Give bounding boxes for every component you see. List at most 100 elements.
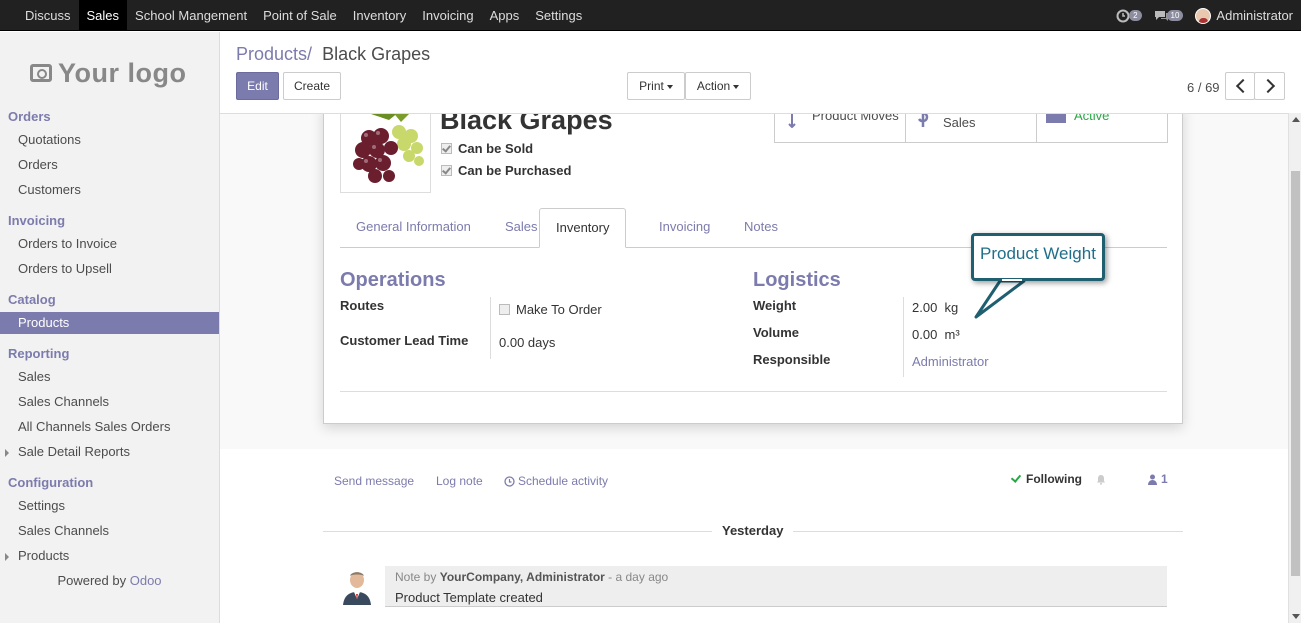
pager-next-button[interactable] <box>1254 72 1285 100</box>
form-view: Black Grapes Can be Sold Can be Purchase… <box>220 113 1288 449</box>
tab-notes[interactable]: Notes <box>728 208 794 248</box>
sidebar-item-orders-to-invoice[interactable]: Orders to Invoice <box>0 233 219 255</box>
caret-right-icon <box>5 553 9 561</box>
product-moves-button[interactable]: Product Moves <box>775 114 906 142</box>
sidebar-item-orders-to-upsell[interactable]: Orders to Upsell <box>0 258 219 280</box>
message-author[interactable]: YourCompany, Administrator <box>440 570 605 584</box>
form-sheet: Black Grapes Can be Sold Can be Purchase… <box>323 114 1183 424</box>
routes-label: Routes <box>340 298 385 313</box>
scroll-down-icon[interactable] <box>1292 614 1300 619</box>
menu-discuss[interactable]: Discuss <box>17 0 79 31</box>
top-navbar: Discuss Sales School Mangement Point of … <box>0 0 1301 31</box>
caret-down-icon <box>733 84 740 89</box>
field-divider <box>490 297 491 359</box>
messages-notifications[interactable]: 10 <box>1154 9 1184 23</box>
sidebar-item-orders[interactable]: Orders <box>0 154 219 176</box>
user-menu[interactable]: Administrator <box>1195 7 1293 24</box>
weight-label: Weight <box>753 298 797 313</box>
date-separator-label: Yesterday <box>712 523 794 538</box>
chevron-right-icon <box>1260 78 1276 94</box>
chatter-message: Note by YourCompany, Administrator - a d… <box>385 566 1167 607</box>
chevron-left-icon <box>1235 78 1251 94</box>
breadcrumb-separator: / <box>307 44 313 64</box>
responsible-value[interactable]: Administrator <box>912 354 989 369</box>
create-button[interactable]: Create <box>283 72 341 100</box>
user-name: Administrator <box>1216 8 1293 23</box>
odoo-link[interactable]: Odoo <box>130 573 162 588</box>
pager-previous-button[interactable] <box>1225 72 1255 100</box>
sidebar-section-configuration: Configuration <box>8 475 94 490</box>
schedule-activity-link[interactable]: Schedule activity <box>504 474 608 488</box>
tab-general-information[interactable]: General Information <box>340 208 487 248</box>
logo-text: Your logo <box>58 57 187 88</box>
menu-inventory[interactable]: Inventory <box>345 0 414 31</box>
product-image[interactable] <box>340 114 431 193</box>
menu-point-of-sale[interactable]: Point of Sale <box>255 0 345 31</box>
menu-apps[interactable]: Apps <box>482 0 528 31</box>
sidebar-item-quotations[interactable]: Quotations <box>0 129 219 151</box>
smart-buttons: Product Moves 0 Sales Active <box>774 114 1168 143</box>
weight-value[interactable]: 2.00 kg <box>912 300 958 315</box>
sidebar-item-all-channels-sales-orders[interactable]: All Channels Sales Orders <box>0 416 219 438</box>
check-icon <box>1010 472 1022 483</box>
breadcrumb-products[interactable]: Products <box>236 44 307 64</box>
sidebar-item-config-sales-channels[interactable]: Sales Channels <box>0 520 219 542</box>
can-be-purchased-field[interactable]: Can be Purchased <box>441 163 571 178</box>
sidebar-section-reporting: Reporting <box>8 346 70 361</box>
breadcrumb: Products/ Black Grapes <box>236 44 430 65</box>
message-header: Note by YourCompany, Administrator - a d… <box>395 570 669 584</box>
followers-button[interactable]: 1 <box>1148 472 1168 486</box>
edit-button[interactable]: Edit <box>236 72 279 100</box>
menu-invoicing[interactable]: Invoicing <box>414 0 481 31</box>
scrollbar-thumb[interactable] <box>1291 171 1300 576</box>
can-be-sold-field[interactable]: Can be Sold <box>441 141 533 156</box>
send-message-link[interactable]: Send message <box>334 474 414 488</box>
sheet-divider <box>340 391 1167 392</box>
field-divider <box>903 297 904 377</box>
customer-lead-time-label: Customer Lead Time <box>340 333 469 348</box>
tab-invoicing[interactable]: Invoicing <box>643 208 726 248</box>
app-menu: Discuss Sales School Mangement Point of … <box>17 0 590 31</box>
caret-right-icon <box>5 449 9 457</box>
caret-down-icon <box>666 84 673 89</box>
sidebar-item-settings[interactable]: Settings <box>0 495 219 517</box>
scroll-up-icon[interactable] <box>1292 117 1300 122</box>
menu-sales[interactable]: Sales <box>78 0 128 31</box>
vertical-scrollbar[interactable] <box>1288 113 1301 623</box>
sidebar-item-sale-detail-reports[interactable]: Sale Detail Reports <box>0 441 219 463</box>
company-logo[interactable]: Your logo <box>30 50 200 96</box>
activity-notifications[interactable]: 2 <box>1116 9 1142 23</box>
logistics-title: Logistics <box>753 269 841 291</box>
message-body: Product Template created <box>395 590 543 605</box>
sidebar-section-invoicing: Invoicing <box>8 213 66 228</box>
active-toggle-button[interactable]: Active <box>1037 114 1167 142</box>
sidebar-item-config-products[interactable]: Products <box>0 545 219 567</box>
make-to-order-field[interactable]: Make To Order <box>499 302 602 317</box>
volume-value[interactable]: 0.00 m³ <box>912 327 960 342</box>
operations-title: Operations <box>340 269 446 291</box>
sidebar-item-products[interactable]: Products <box>0 312 219 334</box>
can-be-purchased-checkbox[interactable] <box>441 165 452 176</box>
following-button[interactable]: Following <box>1010 472 1106 486</box>
bell-icon[interactable] <box>1096 474 1106 485</box>
sidebar-section-orders: Orders <box>8 109 51 124</box>
sidebar-item-customers[interactable]: Customers <box>0 179 219 201</box>
pager-value[interactable]: 6 / 69 <box>1187 80 1220 95</box>
dollar-icon <box>917 114 929 127</box>
print-dropdown[interactable]: Print <box>627 72 685 100</box>
make-to-order-checkbox[interactable] <box>499 304 510 315</box>
sidebar-item-sales-channels[interactable]: Sales Channels <box>0 391 219 413</box>
can-be-sold-checkbox[interactable] <box>441 143 452 154</box>
log-note-link[interactable]: Log note <box>436 474 483 488</box>
action-dropdown[interactable]: Action <box>685 72 751 100</box>
powered-by: Powered by Odoo <box>57 573 162 588</box>
archive-icon <box>1046 114 1066 123</box>
customer-lead-time-value[interactable]: 0.00 days <box>499 335 555 350</box>
menu-settings[interactable]: Settings <box>527 0 590 31</box>
message-author-avatar[interactable] <box>340 567 374 605</box>
tab-inventory[interactable]: Inventory <box>539 208 627 248</box>
sales-stat-button[interactable]: 0 Sales <box>906 114 1037 142</box>
menu-school-management[interactable]: School Mangement <box>127 0 255 31</box>
sidebar-item-reporting-sales[interactable]: Sales <box>0 366 219 388</box>
clock-icon <box>504 475 515 487</box>
